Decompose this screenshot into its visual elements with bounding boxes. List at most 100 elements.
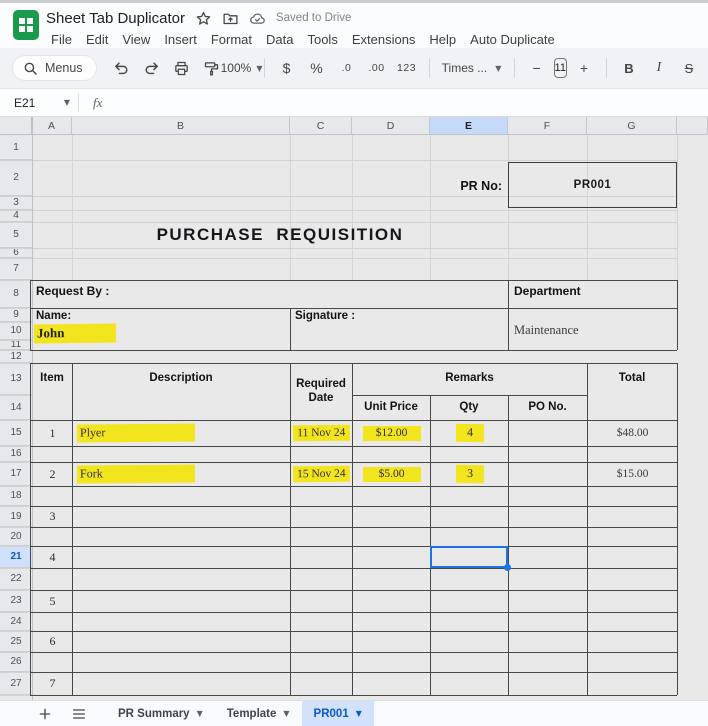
menu-format[interactable]: Format: [204, 30, 259, 49]
row-header-1[interactable]: 1: [0, 135, 32, 160]
menus-search-button[interactable]: Menus: [12, 55, 97, 81]
column-header-F[interactable]: F: [508, 117, 587, 135]
menu-insert[interactable]: Insert: [157, 30, 204, 49]
header-unit-price-cell[interactable]: Unit Price: [352, 395, 430, 420]
column-header-E[interactable]: E: [430, 117, 508, 135]
column-header-stub[interactable]: [677, 117, 708, 135]
cell-total-G17[interactable]: $15.00: [589, 462, 676, 486]
row-header-22[interactable]: 22: [0, 568, 32, 590]
font-size-input[interactable]: 11: [554, 58, 567, 78]
header-item-cell[interactable]: Item: [32, 363, 72, 395]
menu-view[interactable]: View: [115, 30, 157, 49]
select-all-corner[interactable]: [0, 117, 32, 135]
name-label-cell[interactable]: Name:: [36, 310, 71, 322]
row-header-20[interactable]: 20: [0, 527, 32, 546]
row-header-17[interactable]: 17: [0, 462, 32, 486]
column-header-G[interactable]: G: [587, 117, 677, 135]
row-header-4[interactable]: 4: [0, 210, 32, 222]
decrease-font-size-button[interactable]: −: [524, 55, 550, 81]
print-button[interactable]: [169, 55, 195, 81]
row-header-23[interactable]: 23: [0, 590, 32, 612]
add-sheet-button[interactable]: [32, 703, 58, 725]
row-header-11[interactable]: 11: [0, 340, 32, 350]
row-header-27[interactable]: 27: [0, 672, 32, 695]
cell-item-A15[interactable]: 1: [34, 420, 71, 446]
column-header-D[interactable]: D: [352, 117, 430, 135]
cell-unit-price-D15[interactable]: $12.00: [354, 420, 429, 446]
menu-data[interactable]: Data: [259, 30, 300, 49]
increase-decimal-button[interactable]: .00: [364, 55, 390, 81]
header-po-no-cell[interactable]: PO No.: [508, 395, 587, 420]
menu-edit[interactable]: Edit: [79, 30, 115, 49]
cell-item-A17[interactable]: 2: [34, 462, 71, 486]
menu-file[interactable]: File: [44, 30, 79, 49]
cell-item-A25[interactable]: 6: [34, 631, 71, 652]
row-header-19[interactable]: 19: [0, 506, 32, 527]
italic-button[interactable]: I: [646, 55, 672, 81]
star-icon[interactable]: [195, 10, 212, 27]
menu-auto-duplicate[interactable]: Auto Duplicate: [463, 30, 562, 49]
row-header-8[interactable]: 8: [0, 280, 32, 308]
cell-total-G15[interactable]: $48.00: [589, 420, 676, 446]
signature-label-cell[interactable]: Signature :: [295, 310, 355, 322]
cell-item-A19[interactable]: 3: [34, 506, 71, 527]
increase-font-size-button[interactable]: +: [571, 55, 597, 81]
row-header-10[interactable]: 10: [0, 322, 32, 340]
move-folder-icon[interactable]: [222, 10, 239, 27]
cell-qty-E17[interactable]: 3: [432, 462, 507, 486]
row-header-25[interactable]: 25: [0, 631, 32, 652]
cell-item-A23[interactable]: 5: [34, 590, 71, 612]
cell-description-B15[interactable]: Plyer: [74, 420, 289, 446]
row-header-13[interactable]: 13: [0, 363, 32, 395]
column-header-C[interactable]: C: [290, 117, 352, 135]
cell-date-C15[interactable]: 11 Nov 24: [292, 420, 351, 446]
row-header-9[interactable]: 9: [0, 308, 32, 322]
cell-description-B17[interactable]: Fork: [74, 462, 289, 486]
row-header-7[interactable]: 7: [0, 258, 32, 280]
row-header-12[interactable]: 12: [0, 350, 32, 363]
name-box[interactable]: E21 ▼: [0, 96, 78, 110]
cell-date-C17[interactable]: 15 Nov 24: [292, 462, 351, 486]
redo-button[interactable]: [139, 55, 165, 81]
pr-no-label-cell[interactable]: PR No:: [352, 172, 502, 200]
header-remarks-cell[interactable]: Remarks: [352, 363, 587, 395]
document-title[interactable]: Sheet Tab Duplicator: [46, 10, 185, 27]
strikethrough-button[interactable]: S: [676, 55, 702, 81]
sheets-logo-icon[interactable]: [13, 10, 39, 40]
cell-qty-E15[interactable]: 4: [432, 420, 507, 446]
header-qty-cell[interactable]: Qty: [430, 395, 508, 420]
row-header-6[interactable]: 6: [0, 248, 32, 258]
bold-button[interactable]: B: [616, 55, 642, 81]
row-header-16[interactable]: 16: [0, 446, 32, 462]
name-value-cell[interactable]: John: [34, 323, 116, 343]
row-header-3[interactable]: 3: [0, 196, 32, 210]
header-description-cell[interactable]: Description: [72, 363, 290, 395]
zoom-control[interactable]: 100%▼: [229, 55, 255, 81]
header-required-date-cell[interactable]: Required Date: [293, 363, 349, 420]
menu-extensions[interactable]: Extensions: [345, 30, 423, 49]
decrease-decimal-button[interactable]: .0: [334, 55, 360, 81]
selected-cell-outline[interactable]: [430, 546, 508, 568]
more-formats-button[interactable]: 123: [394, 55, 420, 81]
undo-button[interactable]: [109, 55, 135, 81]
sheet-tab-pr001[interactable]: PR001▼: [302, 701, 374, 726]
row-header-5[interactable]: 5: [0, 222, 32, 248]
sheet-tab-template[interactable]: Template▼: [215, 701, 302, 726]
row-header-15[interactable]: 15: [0, 420, 32, 446]
row-header-24[interactable]: 24: [0, 612, 32, 631]
sheet-tab-pr-summary[interactable]: PR Summary▼: [106, 701, 215, 726]
column-header-A[interactable]: A: [32, 117, 72, 135]
form-title-cell[interactable]: PURCHASE REQUISITION: [62, 222, 498, 248]
pr-no-value-cell[interactable]: PR001: [508, 162, 677, 208]
font-family-selector[interactable]: Times ...▼: [439, 55, 505, 81]
menu-tools[interactable]: Tools: [300, 30, 344, 49]
format-percent-button[interactable]: %: [304, 55, 330, 81]
all-sheets-button[interactable]: [66, 703, 92, 725]
format-currency-button[interactable]: $: [274, 55, 300, 81]
row-header-26[interactable]: 26: [0, 652, 32, 672]
department-value-cell[interactable]: Maintenance: [514, 323, 579, 338]
header-total-cell[interactable]: Total: [587, 363, 677, 395]
request-by-label-cell[interactable]: Request By :: [36, 284, 109, 298]
cell-unit-price-D17[interactable]: $5.00: [354, 462, 429, 486]
menu-help[interactable]: Help: [422, 30, 463, 49]
